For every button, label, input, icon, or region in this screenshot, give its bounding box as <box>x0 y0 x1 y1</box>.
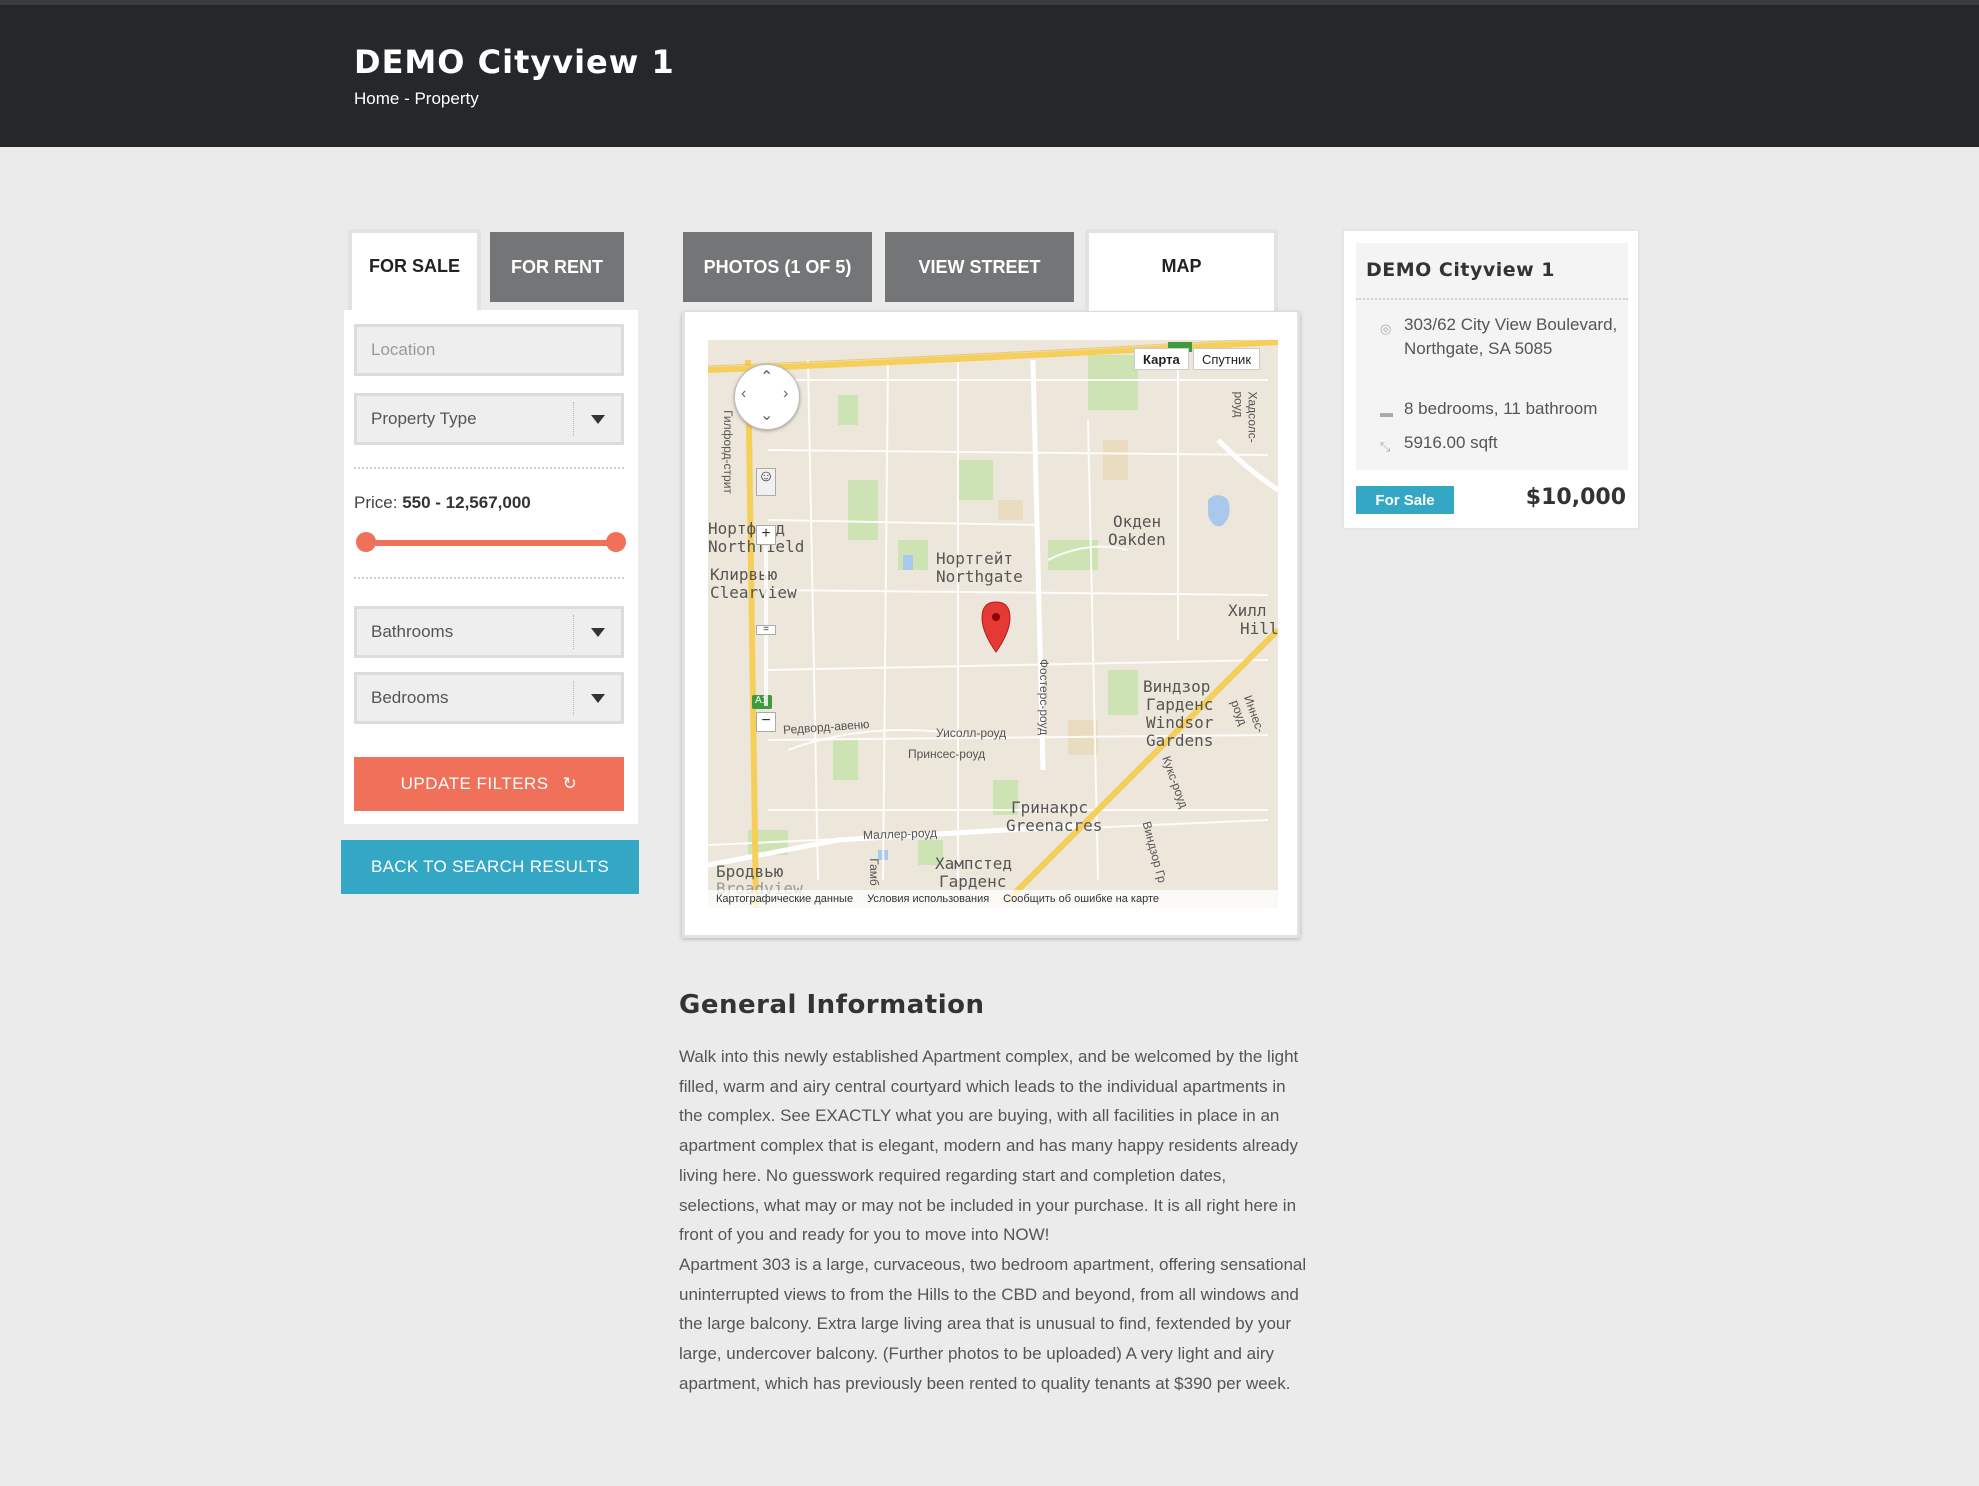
map-label-oakden: Oakden <box>1108 530 1166 549</box>
map-label-windsor: Windsor <box>1146 713 1214 732</box>
property-price: $10,000 <box>1525 485 1626 510</box>
chevron-down-icon <box>573 615 621 649</box>
property-address: ◎ 303/62 City View Boulevard, Northgate,… <box>1380 313 1626 387</box>
property-rooms: ▬ 8 bedrooms, 11 bathroom <box>1380 397 1626 421</box>
price-slider-min-handle[interactable] <box>356 532 376 552</box>
bedrooms-select[interactable]: Bedrooms <box>354 672 624 724</box>
map-street-label: Гамб <box>866 858 881 886</box>
status-badge: For Sale <box>1356 486 1454 514</box>
tab-map[interactable]: MAP <box>1085 229 1278 311</box>
resize-icon: ⤡ <box>1380 439 1391 454</box>
divider <box>1356 298 1628 300</box>
property-area-text: 5916.00 sqft <box>1404 433 1498 452</box>
map-street-label: Уисолл-роуд <box>936 726 1007 740</box>
map-label-oakden-ru: Окден <box>1113 512 1162 531</box>
map-tiles <box>708 340 1278 908</box>
map-street-label: Гилфорд-стрит <box>720 410 735 494</box>
bathrooms-value: Bathrooms <box>371 622 454 641</box>
price-range-label: Price: 550 - 12,567,000 <box>354 493 531 513</box>
map-pin <box>981 601 1011 653</box>
map-label-clearview: Clearview <box>710 583 797 602</box>
refresh-icon: ↻ <box>562 774 578 793</box>
street-view-pegman-icon[interactable]: ☺ <box>756 468 776 496</box>
tab-for-rent[interactable]: FOR RENT <box>490 232 624 302</box>
pan-up-icon[interactable]: ⌃ <box>760 367 773 387</box>
pan-down-icon[interactable]: ⌄ <box>760 405 773 425</box>
map-street-label: Принсес-роуд <box>908 747 986 761</box>
property-summary-details: DEMO Cityview 1 ◎ 303/62 City View Boule… <box>1356 243 1628 470</box>
description-paragraph: Walk into this newly established Apartme… <box>679 1047 1299 1245</box>
map-label-greenacres: Greenacres <box>1006 816 1103 835</box>
map-label-gardens-ru: Гарденс <box>1146 695 1214 714</box>
map-label-northgate-ru: Нортгейт <box>936 549 1014 568</box>
property-type-select[interactable]: Property Type <box>354 393 624 445</box>
price-slider-max-handle[interactable] <box>606 532 626 552</box>
property-title: DEMO Cityview 1 <box>1366 259 1556 281</box>
map-terms-link[interactable]: Условия использования <box>867 893 989 905</box>
general-information-text: Walk into this newly established Apartme… <box>679 1042 1307 1398</box>
general-information-heading: General Information <box>679 990 985 1020</box>
property-address-text: 303/62 City View Boulevard, Northgate, S… <box>1404 315 1618 358</box>
tab-photos[interactable]: PHOTOS (1 OF 5) <box>683 232 872 302</box>
divider <box>354 577 624 579</box>
breadcrumb: Home - Property <box>354 89 479 109</box>
location-input[interactable]: Location <box>354 324 624 376</box>
back-to-search-results-button[interactable]: BACK TO SEARCH RESULTS <box>341 840 639 894</box>
map-type-satellite-button[interactable]: Спутник <box>1193 348 1261 370</box>
pan-right-icon[interactable]: › <box>783 385 788 403</box>
breadcrumb-home-link[interactable]: Home <box>354 89 399 108</box>
map-label-gardens: Gardens <box>1146 731 1214 750</box>
map-label-hampstead-ru: Хампстед <box>935 854 1013 873</box>
tab-view-street[interactable]: VIEW STREET <box>885 232 1074 302</box>
map-label-northgate: Northgate <box>936 567 1023 586</box>
map-label-hampstead-gardens-ru: Гарденс <box>939 872 1007 891</box>
map-label-windsor-ru: Виндзор <box>1143 677 1211 696</box>
map-footer: Картографические данные Условия использо… <box>708 890 1278 908</box>
chevron-down-icon <box>573 681 621 715</box>
breadcrumb-separator: - <box>399 89 415 108</box>
map-canvas[interactable]: Нортфилд Northfield Клирвью Clearview Но… <box>708 340 1278 908</box>
property-area: ⤡ 5916.00 sqft <box>1380 431 1626 455</box>
map-label-greenacres-ru: Гринакрс <box>1011 798 1089 817</box>
property-summary-card: DEMO Cityview 1 ◎ 303/62 City View Boule… <box>1342 229 1640 530</box>
search-filters-panel: Location Property Type Price: 550 - 12,5… <box>344 310 638 824</box>
update-filters-label: UPDATE FILTERS <box>400 774 549 793</box>
map-data-link[interactable]: Картографические данные <box>716 893 853 905</box>
map-panel: Нортфилд Northfield Клирвью Clearview Но… <box>682 312 1300 938</box>
map-street-label: Маллер-роуд <box>862 825 938 843</box>
update-filters-button[interactable]: UPDATE FILTERS ↻ <box>354 757 624 811</box>
map-label-hill-ru: Хилл <box>1228 601 1267 620</box>
bedrooms-value: Bedrooms <box>371 688 449 707</box>
divider <box>354 467 624 469</box>
property-type-value: Property Type <box>371 409 477 428</box>
site-header: DEMO Cityview 1 Home - Property <box>0 0 1979 147</box>
breadcrumb-current: Property <box>414 89 479 108</box>
globe-icon: ◎ <box>1380 321 1392 336</box>
bed-icon: ▬ <box>1380 405 1393 420</box>
map-street-label: Хадсолс-роуд <box>1231 391 1260 443</box>
property-rooms-text: 8 bedrooms, 11 bathroom <box>1404 399 1598 418</box>
price-label-text: Price: <box>354 493 398 512</box>
map-street-label: Фостерс-роуд <box>1037 658 1052 736</box>
zoom-in-button[interactable]: + <box>756 525 776 545</box>
page-title: DEMO Cityview 1 <box>354 43 675 81</box>
tab-for-sale[interactable]: FOR SALE <box>348 229 481 311</box>
chevron-down-icon <box>573 402 621 436</box>
pan-left-icon[interactable]: ‹ <box>741 385 746 403</box>
zoom-slider-handle[interactable]: = <box>756 625 776 635</box>
zoom-out-button[interactable]: − <box>756 712 776 732</box>
map-report-error-link[interactable]: Сообщить об ошибке на карте <box>1003 893 1159 905</box>
price-range-slider[interactable] <box>364 540 614 546</box>
description-paragraph: Apartment 303 is a large, curvaceous, tw… <box>679 1254 1307 1393</box>
bathrooms-select[interactable]: Bathrooms <box>354 606 624 658</box>
map-pan-control[interactable]: ⌃ ‹ › ⌄ <box>734 364 800 430</box>
map-label-hill: Hill <box>1240 619 1278 638</box>
map-type-map-button[interactable]: Карта <box>1134 348 1189 370</box>
price-range-value: 550 - 12,567,000 <box>402 493 531 512</box>
